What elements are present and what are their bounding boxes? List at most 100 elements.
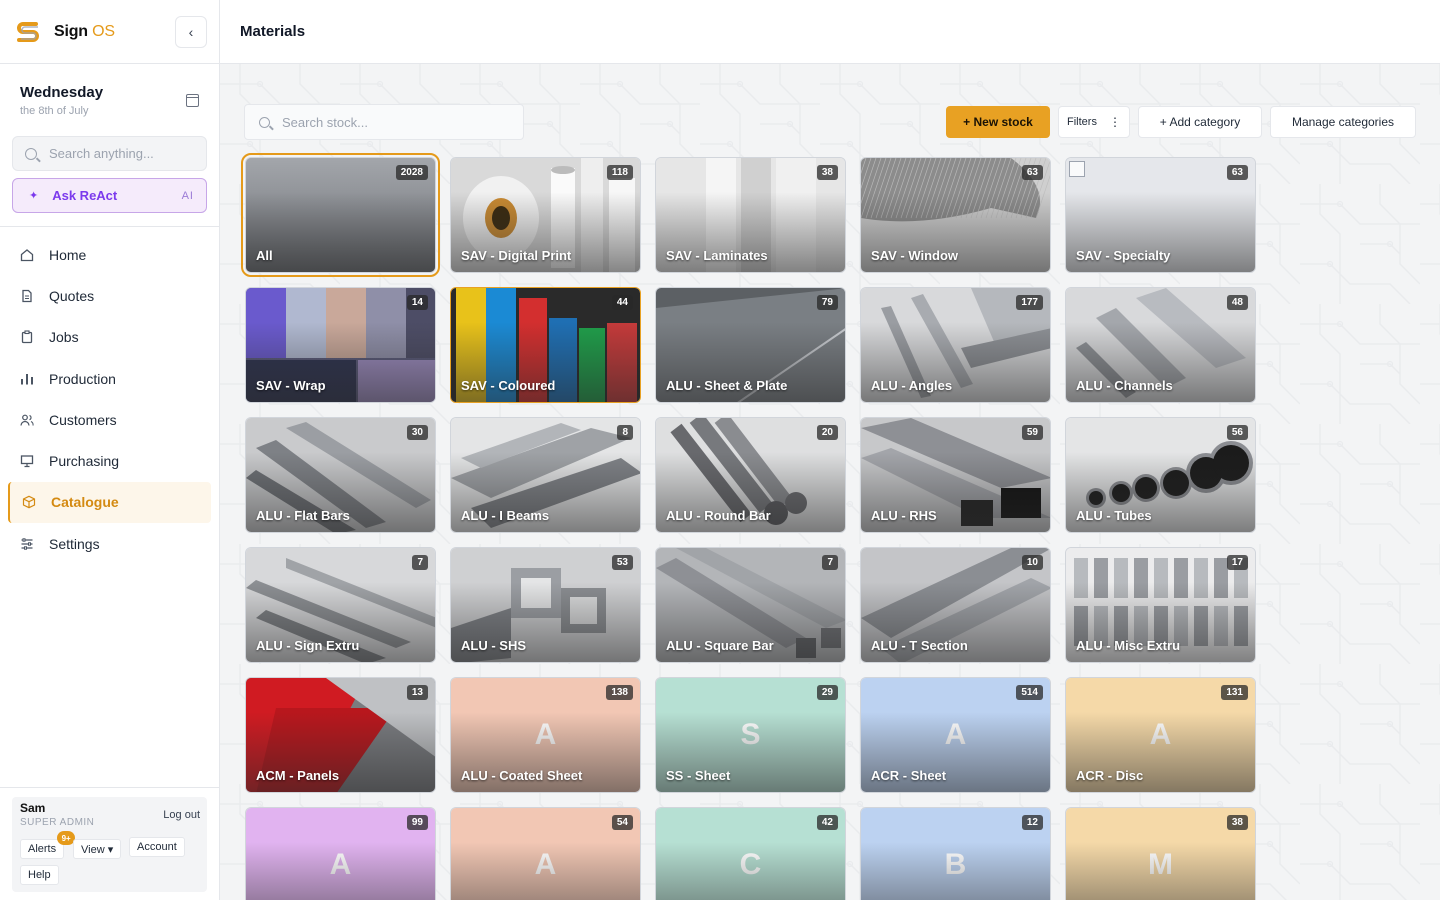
nav-item-catalogue[interactable]: Catalogue <box>8 481 211 524</box>
category-count-badge: 99 <box>406 815 428 830</box>
stock-search-input[interactable]: Search stock... <box>244 104 524 140</box>
logout-link[interactable]: Log out <box>163 809 200 821</box>
category-tile[interactable]: A54 <box>450 807 641 900</box>
category-label: ALU - Flat Bars <box>256 508 350 523</box>
date-subtitle: the 8th of July <box>20 105 89 117</box>
category-tile[interactable]: A131ACR - Disc <box>1065 677 1256 793</box>
nav-label: Customers <box>49 411 117 428</box>
category-count-badge: 10 <box>1021 555 1043 570</box>
filters-button[interactable]: Filters ⋮ <box>1058 106 1130 138</box>
category-label: SAV - Coloured <box>461 378 556 393</box>
category-label: ACR - Sheet <box>871 768 947 783</box>
category-label: SAV - Wrap <box>256 378 326 393</box>
category-tile[interactable]: 63 SAV - Window <box>860 157 1051 273</box>
category-count-badge: 38 <box>1226 815 1248 830</box>
manage-categories-button[interactable]: Manage categories <box>1270 106 1416 138</box>
nav-item-settings[interactable]: Settings <box>8 523 211 564</box>
nav-label: Home <box>49 246 87 263</box>
category-tile[interactable]: M38 <box>1065 807 1256 900</box>
category-count-badge: 42 <box>816 815 838 830</box>
nav-item-production[interactable]: Production <box>8 358 211 399</box>
category-tile[interactable]: 8 ALU - I Beams <box>450 417 641 533</box>
view-dropdown[interactable]: View ▾ <box>73 839 122 859</box>
category-count-badge: 131 <box>1221 685 1248 700</box>
category-count-badge: 17 <box>1226 555 1248 570</box>
category-count-badge: 56 <box>1226 425 1248 440</box>
category-tile[interactable]: 48 ALU - Channels <box>1065 287 1256 403</box>
category-label: ACR - Disc <box>1076 768 1144 783</box>
new-stock-button[interactable]: + New stock <box>946 106 1050 138</box>
sign-os-logo[interactable] <box>14 17 42 46</box>
document-icon <box>20 289 34 303</box>
category-count-badge: 30 <box>406 425 428 440</box>
category-label: ALU - I Beams <box>461 508 550 523</box>
category-tile[interactable]: B12 <box>860 807 1051 900</box>
ask-react-button[interactable]: ✦ Ask ReAct AI <box>12 178 207 213</box>
category-tile[interactable]: A138ALU - Coated Sheet <box>450 677 641 793</box>
search-icon <box>25 147 37 160</box>
category-label: All <box>256 248 273 263</box>
calendar-icon[interactable] <box>186 94 199 107</box>
account-button[interactable]: Account <box>129 837 185 857</box>
category-tile[interactable]: 20 ALU - Round Bar <box>655 417 846 533</box>
nav-item-jobs[interactable]: Jobs <box>8 317 211 358</box>
category-label: ALU - SHS <box>461 638 526 653</box>
category-tile[interactable]: 44 SAV - Coloured <box>450 287 641 403</box>
category-tile[interactable]: 118 SAV - Digital Print <box>450 157 641 273</box>
category-tile[interactable]: 38 SAV - Laminates <box>655 157 846 273</box>
category-tile[interactable]: 2028 All <box>241 153 440 277</box>
category-tile[interactable]: 7 ALU - Sign Extru <box>245 547 436 663</box>
category-count-badge: 118 <box>606 165 633 180</box>
category-tile[interactable]: 17 ALU - Misc Extru <box>1065 547 1256 663</box>
category-label: ALU - Square Bar <box>666 638 774 653</box>
category-label: ALU - Coated Sheet <box>461 768 583 783</box>
collapse-sidebar-button[interactable]: ‹ <box>175 15 207 48</box>
category-label: ALU - Sign Extru <box>256 638 360 653</box>
category-label: ACM - Panels <box>256 768 340 783</box>
category-tile[interactable]: C42 <box>655 807 846 900</box>
category-count-badge: 138 <box>606 685 633 700</box>
category-tile[interactable]: 56 ALU - Tubes <box>1065 417 1256 533</box>
category-count-badge: 514 <box>1016 685 1043 700</box>
category-label: SAV - Specialty <box>1076 248 1171 263</box>
bar-chart-icon <box>20 372 34 386</box>
alerts-button[interactable]: Alerts 9+ <box>20 831 76 859</box>
category-tile[interactable]: A514ACR - Sheet <box>860 677 1051 793</box>
help-button[interactable]: Help <box>20 865 59 885</box>
nav-label: Settings <box>49 535 100 552</box>
add-category-button[interactable]: + Add category <box>1138 106 1262 138</box>
category-count-badge: 54 <box>611 815 633 830</box>
sidebar: Sign OS ‹ Wednesday the 8th of July Sear… <box>0 0 220 900</box>
category-tile[interactable]: 59 ALU - RHS <box>860 417 1051 533</box>
category-label: ALU - Channels <box>1076 378 1173 393</box>
global-search-input[interactable]: Search anything... <box>12 136 207 171</box>
category-tile[interactable]: 30 ALU - Flat Bars <box>245 417 436 533</box>
category-tile[interactable]: A99 <box>245 807 436 900</box>
more-vertical-icon: ⋮ <box>1108 115 1121 129</box>
nav-item-purchasing[interactable]: Purchasing <box>8 440 211 481</box>
search-icon <box>259 116 270 128</box>
category-tile[interactable]: 14 SAV - Wrap <box>245 287 436 403</box>
filters-label: Filters <box>1067 116 1097 128</box>
category-label: ALU - Misc Extru <box>1076 638 1181 653</box>
nav-item-home[interactable]: Home <box>8 234 211 275</box>
nav-label: Catalogue <box>51 494 119 511</box>
category-tile[interactable]: S29SS - Sheet <box>655 677 846 793</box>
category-tile[interactable]: 13 ACM - Panels <box>245 677 436 793</box>
category-count-badge: 48 <box>1226 295 1248 310</box>
category-label: ALU - Round Bar <box>666 508 771 523</box>
brand-name: Sign OS <box>54 22 115 40</box>
category-tile[interactable]: 7 ALU - Square Bar <box>655 547 846 663</box>
user-divider <box>0 787 219 788</box>
category-tile[interactable]: 79 ALU - Sheet & Plate <box>655 287 846 403</box>
category-label: ALU - Angles <box>871 378 953 393</box>
nav-item-quotes[interactable]: Quotes <box>8 275 211 316</box>
top-bar: Materials <box>220 0 1440 64</box>
category-tile[interactable]: 63 SAV - Specialty <box>1065 157 1256 273</box>
category-tile[interactable]: 177 ALU - Angles <box>860 287 1051 403</box>
category-count-badge: 12 <box>1021 815 1043 830</box>
nav-item-customers[interactable]: Customers <box>8 399 211 440</box>
category-tile[interactable]: 53 ALU - SHS <box>450 547 641 663</box>
stock-search-placeholder: Search stock... <box>282 114 368 130</box>
category-tile[interactable]: 10 ALU - T Section <box>860 547 1051 663</box>
